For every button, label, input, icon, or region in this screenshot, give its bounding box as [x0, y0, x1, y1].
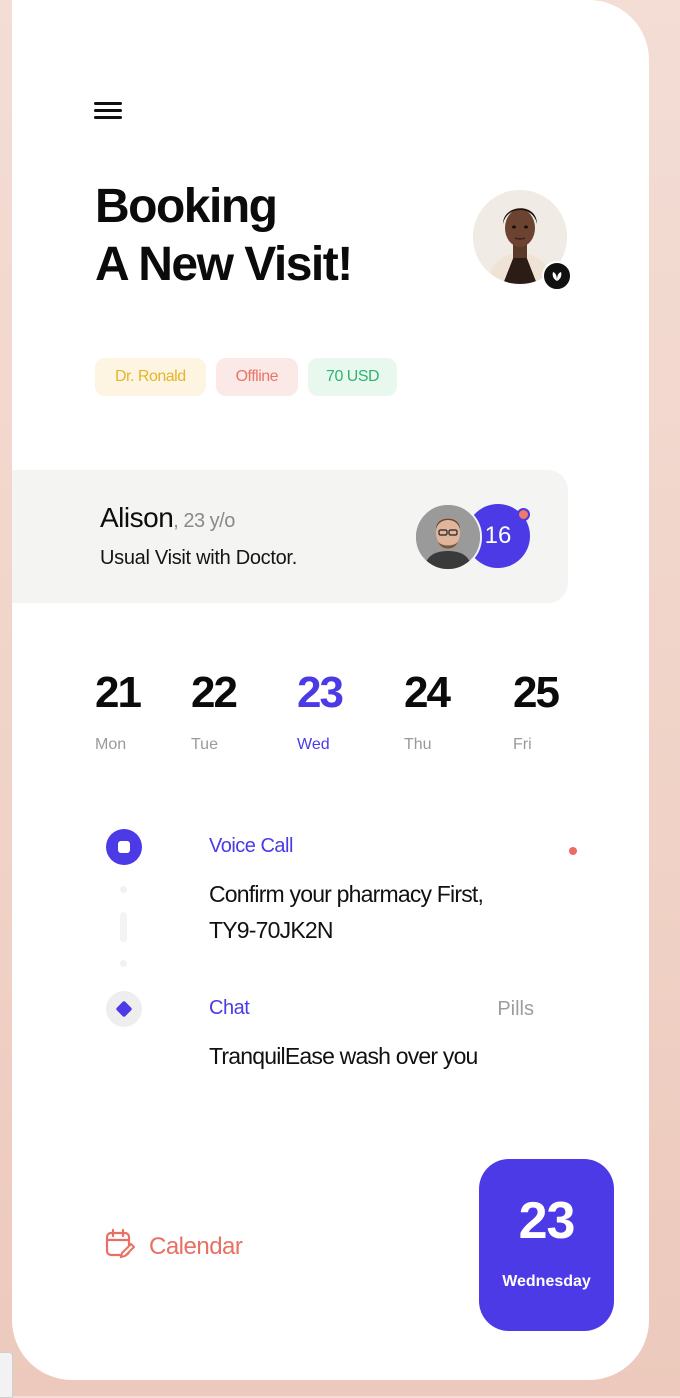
activity-text: Confirm your pharmacy First, TY9-70JK2N: [209, 876, 484, 948]
day-mon[interactable]: 21 Mon: [95, 666, 142, 754]
price-tag[interactable]: 70 USD: [308, 358, 398, 396]
activity-type-chat[interactable]: Chat: [209, 997, 250, 1020]
patient-card[interactable]: Alison, 23 y/o Usual Visit with Doctor. …: [12, 470, 568, 603]
mode-tag[interactable]: Offline: [215, 358, 299, 396]
tag-row: Dr. Ronald Offline 70 USD: [95, 358, 398, 396]
diamond-icon[interactable]: [106, 991, 142, 1027]
menu-icon[interactable]: [94, 100, 122, 120]
alert-dot: [569, 847, 577, 855]
title-line-2: A New Visit!: [95, 238, 353, 291]
day-label: Mon: [95, 736, 127, 753]
day-label: Thu: [404, 736, 432, 753]
day-tue[interactable]: 22 Tue: [191, 666, 238, 754]
day-fri[interactable]: 25 Fri: [513, 666, 560, 754]
day-number: 21: [95, 668, 142, 717]
activity-text-line: TY9-70JK2N: [209, 917, 333, 943]
patient-avatar[interactable]: [414, 503, 482, 571]
activity-text: TranquilEase wash over you: [209, 1043, 478, 1069]
day-label: Fri: [513, 736, 532, 753]
selected-date-card[interactable]: 23 Wednesday: [479, 1159, 614, 1331]
calendar-link[interactable]: Calendar: [105, 1228, 243, 1265]
day-label: Tue: [191, 736, 218, 753]
day-wed[interactable]: 23 Wed: [297, 666, 344, 754]
scroll-handle[interactable]: [0, 1352, 13, 1398]
timeline-dot: [120, 886, 127, 893]
day-number: 25: [513, 668, 560, 717]
main-card: Booking A New Visit! Dr. Ronald Offline …: [12, 0, 649, 1380]
patient-description: Usual Visit with Doctor.: [100, 547, 297, 569]
day-number: 23: [297, 668, 344, 717]
stop-icon[interactable]: [106, 829, 142, 865]
notification-dot: [517, 508, 530, 521]
title-line-1: Booking: [95, 180, 278, 233]
activity-type-voice-call[interactable]: Voice Call: [209, 835, 293, 858]
timeline-bar: [120, 912, 127, 942]
patient-name-text: Alison: [100, 502, 174, 533]
activity-side-label[interactable]: Pills: [497, 998, 534, 1021]
timeline-dot: [120, 960, 127, 967]
day-number: 24: [404, 668, 451, 717]
verified-badge-icon: [542, 261, 572, 291]
day-label: Wed: [297, 736, 330, 753]
selected-date-day: Wednesday: [502, 1273, 591, 1290]
patient-name: Alison, 23 y/o: [100, 502, 235, 534]
page-title: Booking A New Visit!: [95, 178, 353, 294]
calendar-edit-icon: [105, 1228, 136, 1265]
patient-age: , 23 y/o: [173, 510, 235, 532]
day-number: 22: [191, 668, 238, 717]
day-thu[interactable]: 24 Thu: [404, 666, 451, 754]
activity-text-line: Confirm your pharmacy First,: [209, 881, 484, 907]
doctor-tag[interactable]: Dr. Ronald: [95, 358, 206, 396]
selected-date-number: 23: [518, 1192, 576, 1250]
calendar-label: Calendar: [149, 1232, 243, 1260]
